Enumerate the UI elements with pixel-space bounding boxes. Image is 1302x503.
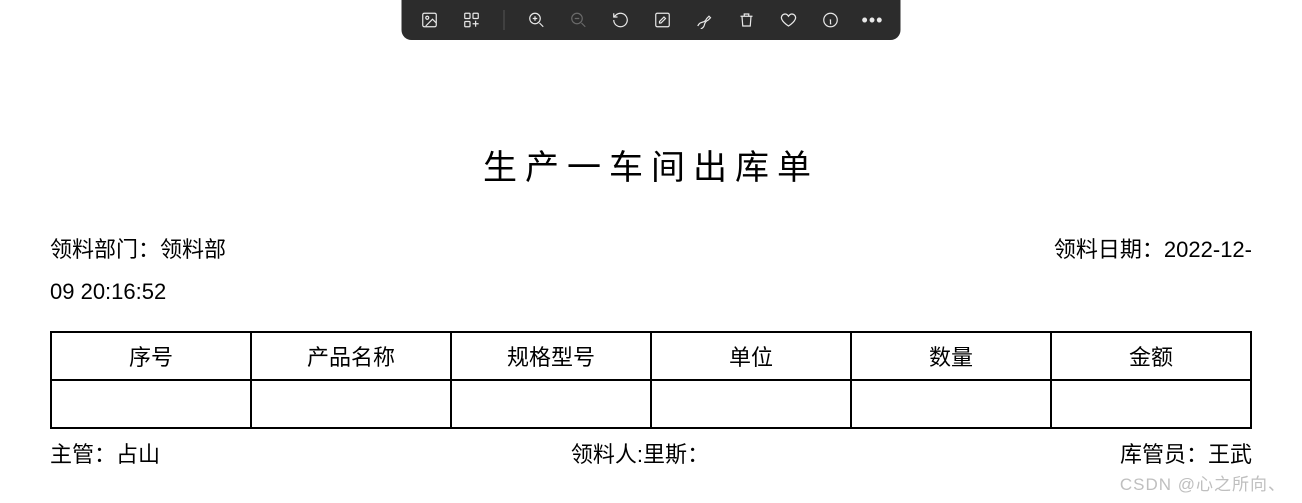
keeper-field: 库管员王武 [1120,437,1252,469]
date-value: 2022-12- [1164,237,1252,262]
signatures-row: 主管占山 领料人:里斯： 库管员王武 [50,435,1252,471]
watermark-text: CSDN @心之所向、 [1120,470,1286,495]
table-row [51,380,1251,428]
picker-field: 领料人:里斯： [571,437,709,469]
cell [1051,380,1251,428]
rotate-icon[interactable] [611,10,631,30]
more-icon[interactable]: ••• [863,10,883,30]
info-icon[interactable] [821,10,841,30]
zoom-in-icon[interactable] [527,10,547,30]
col-amount: 金额 [1051,332,1251,380]
cell [51,380,251,428]
meta-row: 领料部门领料部 领料日期2022-12- 09 20:16:52 [50,229,1252,313]
image-viewer-toolbar: ••• [402,0,901,40]
dept-label: 领料部门 [50,237,160,262]
picker-suffix: ： [687,442,709,467]
col-unit: 单位 [651,332,851,380]
col-index: 序号 [51,332,251,380]
image-icon[interactable] [420,10,440,30]
apps-icon[interactable] [462,10,482,30]
date-value-line2: 09 20:16:52 [50,279,166,304]
toolbar-separator [504,10,505,30]
date-label: 领料日期 [1054,237,1164,262]
col-product: 产品名称 [251,332,451,380]
picker-label: 领料人 [571,442,637,467]
keeper-label: 库管员 [1120,442,1208,467]
page-title: 生产一车间出库单 [50,140,1252,189]
draw-icon[interactable] [695,10,715,30]
heart-icon[interactable] [779,10,799,30]
cell [251,380,451,428]
table-header-row: 序号 产品名称 规格型号 单位 数量 金额 [51,332,1251,380]
dept-value: 领料部 [160,237,226,262]
cell [851,380,1051,428]
trash-icon[interactable] [737,10,757,30]
cell [451,380,651,428]
col-qty: 数量 [851,332,1051,380]
supervisor-value: 占山 [116,442,160,467]
edit-icon[interactable] [653,10,673,30]
cell [651,380,851,428]
document-body: 生产一车间出库单 领料部门领料部 领料日期2022-12- 09 20:16:5… [0,0,1302,471]
outbound-table: 序号 产品名称 规格型号 单位 数量 金额 [50,331,1252,429]
col-spec: 规格型号 [451,332,651,380]
zoom-out-icon[interactable] [569,10,589,30]
supervisor-label: 主管 [50,442,116,467]
picker-value: 里斯 [643,442,687,467]
keeper-value: 王武 [1208,442,1252,467]
supervisor-field: 主管占山 [50,437,160,469]
